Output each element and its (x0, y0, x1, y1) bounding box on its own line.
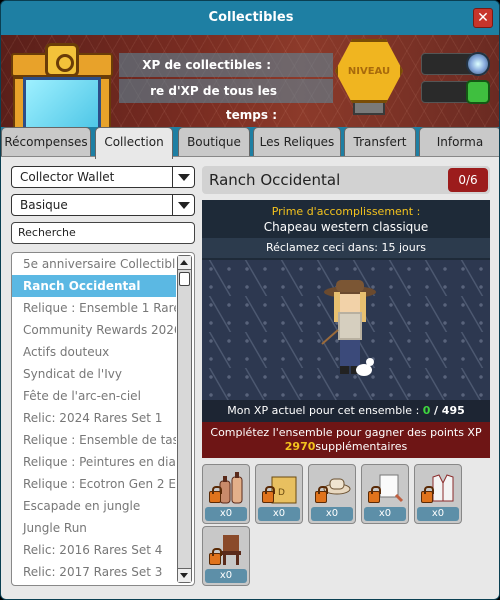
tab-collection[interactable]: Collection (95, 127, 173, 159)
collection-panel: Collector Wallet Basique Recherche 5e an… (1, 156, 499, 599)
set-type-select[interactable]: Basique (11, 194, 195, 216)
reward-label: Prime d'accomplissement : (271, 205, 421, 218)
lock-icon (209, 486, 222, 503)
tab-les-reliques[interactable]: Les Reliques (253, 127, 341, 157)
item-count: x0 (258, 507, 300, 521)
item-count: x0 (417, 507, 459, 521)
tab-bar: Récompenses Collection Boutique Les Reli… (1, 127, 499, 159)
svg-text:D: D (278, 488, 285, 498)
set-progress-badge: 0/6 (448, 168, 488, 192)
completion-text: Complétez l'ensemble pour gagner des poi… (210, 426, 482, 439)
set-list-item[interactable]: Relic: 2024 Rares Set 1 (12, 407, 176, 429)
xp-status-label: Mon XP actuel pour cet ensemble : (227, 404, 420, 417)
collectible-xp-label: XP de collectibles : (119, 53, 333, 77)
lock-icon (421, 486, 434, 503)
scroll-thumb[interactable] (179, 272, 190, 286)
item-card-bottles[interactable]: x0 (202, 464, 250, 524)
set-list: 5e anniversaire Collectible Ranch Occiden… (11, 252, 195, 586)
item-card-chair[interactable]: x0 (202, 526, 250, 586)
set-list-item[interactable]: Ranch Occidental (12, 275, 176, 297)
window-title: Collectibles (208, 10, 294, 25)
set-list-item[interactable]: Community Rewards 2026 (12, 319, 176, 341)
header-banner: XP de collectibles : re d'XP de tous les… (1, 35, 499, 127)
alltime-xp-label: re d'XP de tous les temps : (119, 79, 333, 122)
set-list-item[interactable]: Escapade en jungle (12, 495, 176, 517)
set-xp-status: Mon XP actuel pour cet ensemble : 0 / 49… (202, 400, 490, 422)
lock-icon (209, 548, 222, 565)
set-title: Ranch Occidental (209, 171, 341, 189)
alltime-xp-value (421, 80, 490, 104)
item-count: x0 (311, 507, 353, 521)
set-list-item[interactable]: Syndicat de l'Ivy (12, 363, 176, 385)
completion-points: 2970 (284, 440, 316, 453)
item-card-hat[interactable]: x0 (308, 464, 356, 524)
set-header: Ranch Occidental 0/6 (202, 166, 490, 194)
shrine-icon (9, 43, 115, 127)
collectible-xp-value (421, 52, 490, 76)
claim-countdown: Réclamez ceci dans: 15 jours (202, 238, 490, 258)
xp-current: 0 (422, 404, 431, 417)
set-list-item[interactable]: Relic: 2017 Rares Set 3 (12, 561, 176, 583)
reward-box: Prime d'accomplissement : Chapeau wester… (202, 200, 490, 260)
collectibles-window: Collectibles ✕ XP de collectibles : re d… (0, 0, 500, 600)
completion-bonus: Complétez l'ensemble pour gagner des poi… (202, 422, 490, 458)
green-gem-icon (466, 80, 490, 104)
set-list-item[interactable]: Actifs douteux (12, 341, 176, 363)
tab-transfert[interactable]: Transfert (344, 127, 416, 157)
tab-information[interactable]: Informa (419, 127, 499, 157)
scroll-up-icon[interactable] (178, 256, 191, 270)
set-list-item[interactable]: Relic: 2016 Rares Set 4 (12, 539, 176, 561)
item-count: x0 (205, 507, 247, 521)
set-list-item[interactable]: Relique : Peintures en diam (12, 451, 176, 473)
set-list-item[interactable]: Relique : Ensemble de tasse (12, 429, 176, 451)
item-card-crate[interactable]: D x0 (255, 464, 303, 524)
xp-total: / 495 (433, 404, 465, 417)
xp-orb-icon (466, 52, 490, 76)
chevron-down-icon[interactable] (172, 167, 194, 187)
tab-recompenses[interactable]: Récompenses (1, 127, 91, 157)
item-count: x0 (205, 569, 247, 583)
reward-name: Chapeau western classique (263, 220, 429, 234)
close-button[interactable]: ✕ (473, 8, 493, 28)
item-card-paper[interactable]: x0 (361, 464, 409, 524)
wallet-select-value: Collector Wallet (20, 170, 115, 184)
set-list-item[interactable]: Jungle Run (12, 517, 176, 539)
level-badge: NIVEAU (335, 39, 403, 115)
item-card-vest[interactable]: x0 (414, 464, 462, 524)
set-type-select-value: Basique (20, 198, 68, 212)
chevron-down-icon[interactable] (172, 195, 194, 215)
set-list-item[interactable]: Relique : Ensemble 1 Rares (12, 297, 176, 319)
item-count: x0 (364, 507, 406, 521)
wallet-select[interactable]: Collector Wallet (11, 166, 195, 188)
title-bar[interactable]: Collectibles ✕ (1, 1, 499, 35)
set-list-item[interactable]: Fête de l'arc-en-ciel (12, 385, 176, 407)
scrollbar[interactable] (177, 255, 192, 583)
completion-suffix: supplémentaires (315, 440, 408, 453)
set-list-item[interactable]: 5e anniversaire Collectible (12, 253, 176, 275)
set-list-item[interactable]: Relique : Ecotron Gen 2 Ens (12, 473, 176, 495)
lock-icon (315, 486, 328, 503)
search-input[interactable]: Recherche (11, 222, 195, 244)
lock-icon (368, 486, 381, 503)
lock-icon (262, 486, 275, 503)
avatar-showcase (202, 260, 490, 400)
cowboy-avatar-icon (321, 280, 376, 376)
level-badge-text: NIVEAU (347, 65, 391, 77)
scroll-down-icon[interactable] (178, 568, 191, 582)
tab-boutique[interactable]: Boutique (178, 127, 250, 157)
